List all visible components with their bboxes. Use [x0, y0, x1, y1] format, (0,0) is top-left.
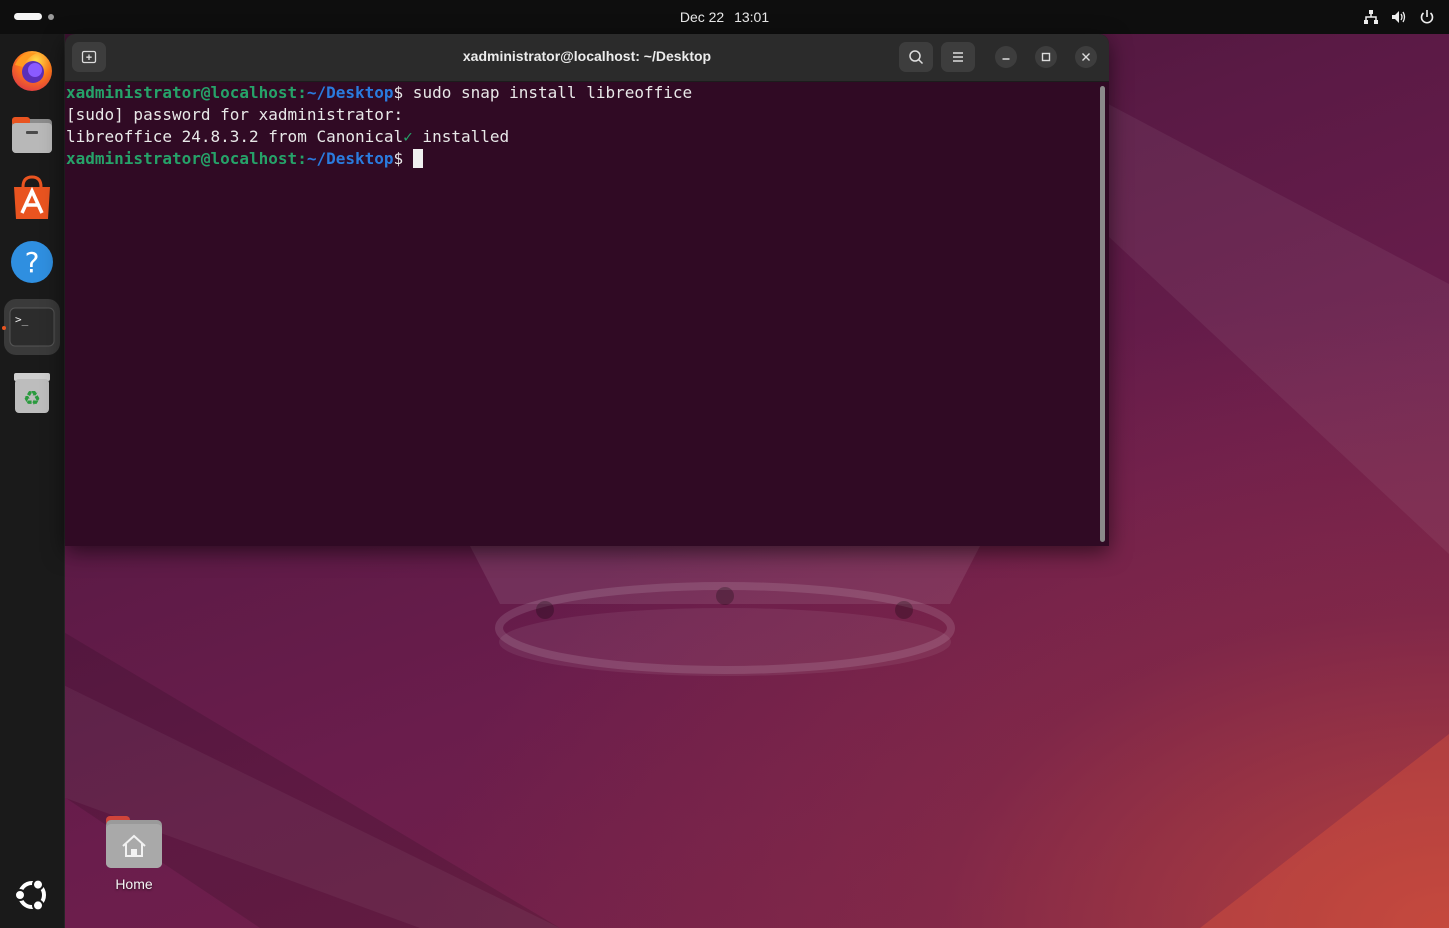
minimize-button[interactable]: [995, 46, 1017, 68]
command-text: sudo snap install libreoffice: [403, 83, 693, 102]
svg-text:?: ?: [25, 246, 40, 279]
show-apps-button[interactable]: [4, 867, 60, 923]
close-icon: [1082, 53, 1090, 61]
menu-button[interactable]: [941, 42, 975, 72]
prompt-user: xadministrator@localhost: [66, 83, 298, 102]
prompt-path: ~/Desktop: [306, 83, 394, 102]
dock-item-terminal[interactable]: >_: [4, 299, 60, 355]
desktop-home-label: Home: [115, 876, 153, 892]
terminal-header-bar[interactable]: xadministrator@localhost: ~/Desktop: [65, 34, 1109, 82]
prompt-symbol: $: [393, 83, 404, 102]
verified-check-icon: ✓: [403, 127, 413, 146]
volume-icon: [1392, 11, 1406, 23]
system-tray[interactable]: [1363, 9, 1435, 25]
dock-item-files[interactable]: [4, 106, 60, 162]
home-folder-icon: [106, 816, 162, 868]
clock[interactable]: Dec 22 13:01: [0, 9, 1449, 25]
output-text: installed: [412, 127, 510, 146]
running-indicator: [2, 326, 6, 330]
terminal-icon: >_: [9, 307, 55, 347]
dock-item-trash[interactable]: ♻: [4, 364, 60, 420]
clock-date: Dec 22: [679, 9, 725, 25]
prompt-separator: :: [297, 83, 307, 102]
maximize-button[interactable]: [1035, 46, 1057, 68]
prompt-separator: :: [297, 149, 307, 168]
dock-item-help[interactable]: ?: [4, 234, 60, 290]
top-bar: Dec 22 13:01: [0, 0, 1449, 34]
power-icon: [1420, 10, 1434, 24]
trash-icon: ♻: [14, 373, 50, 413]
hamburger-menu-icon: [953, 52, 963, 62]
close-button[interactable]: [1075, 46, 1097, 68]
search-icon: [909, 50, 924, 65]
svg-text:>_: >_: [15, 313, 29, 326]
output-text: libreoffice 24.8.3.2 from Canonical: [66, 127, 404, 146]
network-icon: [1364, 10, 1378, 24]
dock: ? >_ ♻: [0, 34, 65, 928]
minimize-icon: [1002, 58, 1010, 60]
firefox-icon: [12, 51, 52, 91]
dock-item-app-center[interactable]: [4, 170, 60, 226]
app-center-icon: [14, 175, 50, 219]
prompt-path: ~/Desktop: [306, 149, 394, 168]
ubuntu-logo-icon: [14, 878, 46, 912]
terminal-line: xadministrator@localhost:~/Desktop$: [66, 148, 1096, 170]
prompt-symbol: $: [393, 149, 404, 168]
help-icon: ?: [11, 241, 53, 283]
prompt-user: xadministrator@localhost: [66, 149, 298, 168]
files-icon: [12, 117, 52, 153]
clock-time: 13:01: [734, 9, 770, 25]
terminal-scrollbar[interactable]: [1100, 86, 1105, 542]
command-text: [403, 149, 413, 168]
svg-text:♻: ♻: [23, 386, 41, 410]
dock-item-firefox[interactable]: [4, 42, 60, 98]
terminal-line: libreoffice 24.8.3.2 from Canonical✓ ins…: [66, 126, 1096, 148]
output-text: [sudo] password for xadministrator:: [66, 105, 404, 124]
terminal-output[interactable]: xadministrator@localhost:~/Desktop$ sudo…: [65, 82, 1096, 546]
desktop-home-folder[interactable]: [104, 814, 164, 874]
terminal-line: [sudo] password for xadministrator:: [66, 104, 1096, 126]
terminal-line: xadministrator@localhost:~/Desktop$ sudo…: [66, 82, 1096, 104]
terminal-window[interactable]: xadministrator@localhost: ~/Desktop xadm…: [65, 34, 1109, 546]
maximize-icon: [1041, 52, 1051, 62]
text-cursor: [412, 149, 423, 168]
search-button[interactable]: [899, 42, 933, 72]
